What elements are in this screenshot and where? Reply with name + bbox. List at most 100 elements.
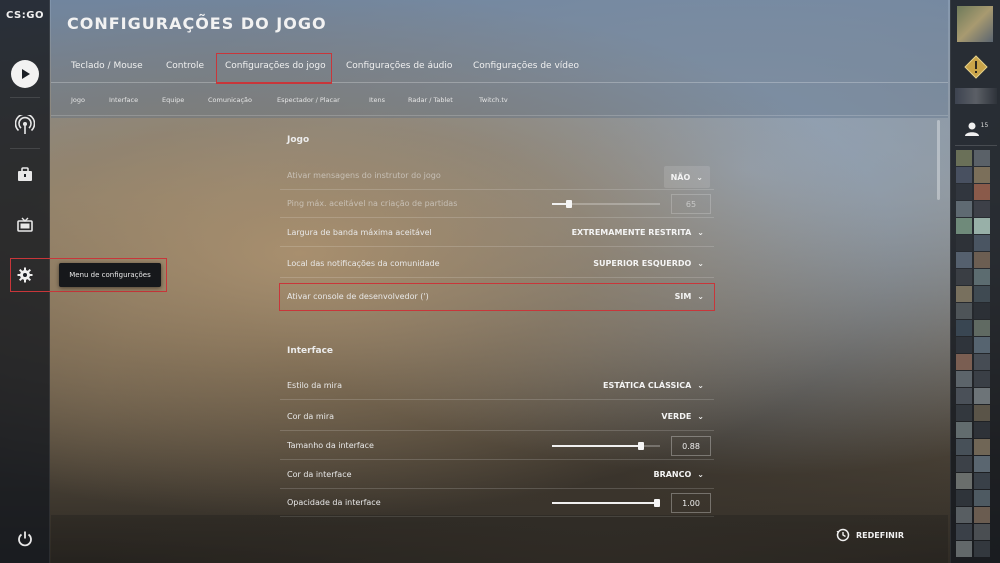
play-button[interactable]	[8, 57, 42, 91]
friend-avatar[interactable]	[974, 422, 990, 438]
watch-button[interactable]	[8, 108, 42, 142]
friend-avatar[interactable]	[956, 422, 972, 438]
friend-avatar[interactable]	[956, 303, 972, 319]
hud-opacity-slider[interactable]	[552, 499, 660, 507]
friend-avatar[interactable]	[974, 371, 990, 387]
subtab-communication[interactable]: Comunicação	[208, 96, 252, 104]
hud-scale-value[interactable]: 0.88	[671, 436, 711, 456]
tab-controller[interactable]: Controle	[166, 61, 204, 71]
rank-button[interactable]	[960, 52, 992, 82]
dropdown-value: EXTREMAMENTE RESTRITA	[571, 228, 692, 237]
subtab-spectator[interactable]: Espectador / Placar	[277, 96, 340, 104]
level-bar	[955, 88, 997, 104]
dropdown-value: BRANCO	[653, 470, 692, 479]
friend-avatar[interactable]	[956, 388, 972, 404]
friend-avatar[interactable]	[974, 201, 990, 217]
tv-button[interactable]	[8, 208, 42, 242]
friend-avatar[interactable]	[956, 201, 972, 217]
friend-avatar[interactable]	[956, 235, 972, 251]
subtab-twitch[interactable]: Twitch.tv	[479, 96, 508, 104]
dropdown-value: SUPERIOR ESQUERDO	[593, 259, 692, 268]
friend-avatar[interactable]	[974, 524, 990, 540]
friend-avatar[interactable]	[974, 252, 990, 268]
friend-avatar[interactable]	[974, 507, 990, 523]
dropdown-value: VERDE	[661, 412, 692, 421]
friend-avatar[interactable]	[956, 167, 972, 183]
friend-avatar[interactable]	[956, 252, 972, 268]
hud-opacity-value[interactable]: 1.00	[671, 493, 711, 513]
friend-avatar[interactable]	[956, 456, 972, 472]
friends-count: 15	[980, 121, 989, 129]
inventory-button[interactable]	[8, 158, 42, 192]
friend-avatar[interactable]	[974, 167, 990, 183]
friend-avatar[interactable]	[974, 473, 990, 489]
friend-avatar[interactable]	[974, 337, 990, 353]
friend-avatar[interactable]	[956, 354, 972, 370]
instructor-dropdown[interactable]: NÃO ⌄	[663, 166, 710, 188]
subtab-interface[interactable]: Interface	[109, 96, 138, 104]
crosshair-color-dropdown[interactable]: VERDE ⌄	[661, 412, 704, 421]
friend-avatar[interactable]	[974, 456, 990, 472]
setting-row: Tamanho da interface 0.88	[280, 432, 714, 460]
slider-thumb[interactable]	[566, 200, 572, 208]
friend-avatar[interactable]	[956, 507, 972, 523]
friend-avatar[interactable]	[974, 184, 990, 200]
slider-thumb[interactable]	[654, 499, 660, 507]
friend-avatar[interactable]	[974, 439, 990, 455]
slider-thumb[interactable]	[638, 442, 644, 450]
friend-avatar[interactable]	[956, 184, 972, 200]
friends-button[interactable]: 15	[957, 115, 995, 143]
hud-scale-slider[interactable]	[552, 442, 660, 450]
subtab-items[interactable]: Itens	[369, 96, 385, 104]
friend-avatar[interactable]	[956, 269, 972, 285]
friend-avatar[interactable]	[974, 303, 990, 319]
setting-row: Cor da interface BRANCO ⌄	[280, 461, 714, 489]
bandwidth-dropdown[interactable]: EXTREMAMENTE RESTRITA ⌄	[572, 228, 704, 237]
friend-avatar[interactable]	[974, 320, 990, 336]
setting-row: Local das notificações da comunidade SUP…	[280, 250, 714, 278]
dropdown-value: NÃO	[670, 172, 691, 182]
friend-avatar[interactable]	[974, 218, 990, 234]
friend-avatar[interactable]	[956, 405, 972, 421]
subtab-radar[interactable]: Radar / Tablet	[408, 96, 453, 104]
friend-avatar[interactable]	[974, 269, 990, 285]
tab-keyboard-mouse[interactable]: Teclado / Mouse	[71, 61, 143, 71]
subtab-team[interactable]: Equipe	[162, 96, 184, 104]
tab-video-settings[interactable]: Configurações de vídeo	[473, 61, 579, 71]
friend-avatar[interactable]	[956, 150, 972, 166]
reset-icon	[836, 528, 850, 542]
power-button[interactable]	[8, 522, 42, 556]
friend-avatar[interactable]	[956, 439, 972, 455]
subtab-game[interactable]: Jogo	[71, 96, 85, 104]
ping-slider[interactable]	[552, 200, 660, 208]
friend-avatar[interactable]	[974, 388, 990, 404]
friend-avatar[interactable]	[974, 541, 990, 557]
friend-avatar[interactable]	[974, 354, 990, 370]
reset-button[interactable]: REDEFINIR	[836, 528, 904, 542]
friend-avatar[interactable]	[956, 541, 972, 557]
player-avatar[interactable]	[957, 6, 993, 42]
friend-avatar[interactable]	[956, 218, 972, 234]
tab-audio-settings[interactable]: Configurações de áudio	[346, 61, 452, 71]
hud-color-dropdown[interactable]: BRANCO ⌄	[653, 470, 704, 479]
notification-location-dropdown[interactable]: SUPERIOR ESQUERDO ⌄	[593, 259, 704, 268]
friend-avatar[interactable]	[956, 320, 972, 336]
scrollbar[interactable]	[937, 120, 940, 200]
friend-avatar[interactable]	[956, 337, 972, 353]
friend-avatar[interactable]	[956, 286, 972, 302]
crosshair-style-dropdown[interactable]: ESTÁTICA CLÁSSICA ⌄	[603, 381, 704, 390]
ping-value[interactable]: 65	[671, 194, 711, 214]
friend-avatar[interactable]	[956, 490, 972, 506]
friend-avatar[interactable]	[956, 524, 972, 540]
csgo-logo: CS:GO	[6, 10, 44, 21]
friend-avatar[interactable]	[974, 235, 990, 251]
friend-avatar[interactable]	[974, 286, 990, 302]
friend-avatar[interactable]	[956, 473, 972, 489]
setting-row: Estilo da mira ESTÁTICA CLÁSSICA ⌄	[280, 372, 714, 400]
setting-label: Estilo da mira	[287, 381, 342, 390]
friend-avatar[interactable]	[974, 405, 990, 421]
console-row-highlight	[279, 283, 715, 311]
friend-avatar[interactable]	[974, 490, 990, 506]
friend-avatar[interactable]	[974, 150, 990, 166]
friend-avatar[interactable]	[956, 371, 972, 387]
